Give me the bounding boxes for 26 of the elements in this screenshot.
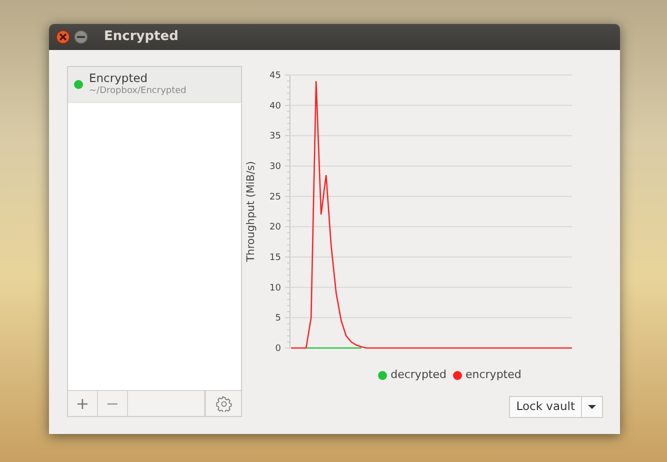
settings-icon	[216, 396, 232, 412]
close-icon	[59, 33, 67, 41]
caret-icon	[588, 404, 596, 408]
close-button[interactable]	[56, 30, 70, 44]
lock-vault-button[interactable]: Lock vault	[509, 396, 582, 418]
tick-label: 20	[270, 222, 281, 233]
tick-label: 5	[275, 314, 281, 324]
axis-title: Throughput (MiB/s)	[245, 161, 257, 262]
vault-item[interactable]: Encrypted ~/Dropbox/Encrypted	[68, 67, 241, 103]
vault-path: ~/Dropbox/Encrypted	[89, 86, 186, 97]
tick-label: 0	[275, 344, 281, 354]
add-button[interactable]: +	[68, 391, 98, 416]
tick-label: 10	[270, 283, 281, 294]
vault-name: Encrypted	[89, 72, 149, 86]
tick-label: 30	[270, 162, 281, 172]
minimize-button[interactable]	[74, 30, 88, 44]
legend-label: decrypted	[390, 367, 446, 383]
tick-label: 35	[270, 132, 281, 142]
tick-label: 45	[270, 71, 281, 81]
tick-label: 15	[270, 253, 281, 263]
minimize-icon	[77, 36, 85, 38]
tick-label: 25	[270, 192, 281, 202]
window-title: Encrypted	[104, 28, 178, 46]
tick-label: 40	[270, 101, 281, 112]
dropdown-button[interactable]	[582, 396, 603, 418]
legend-label: encrypted	[466, 367, 522, 383]
